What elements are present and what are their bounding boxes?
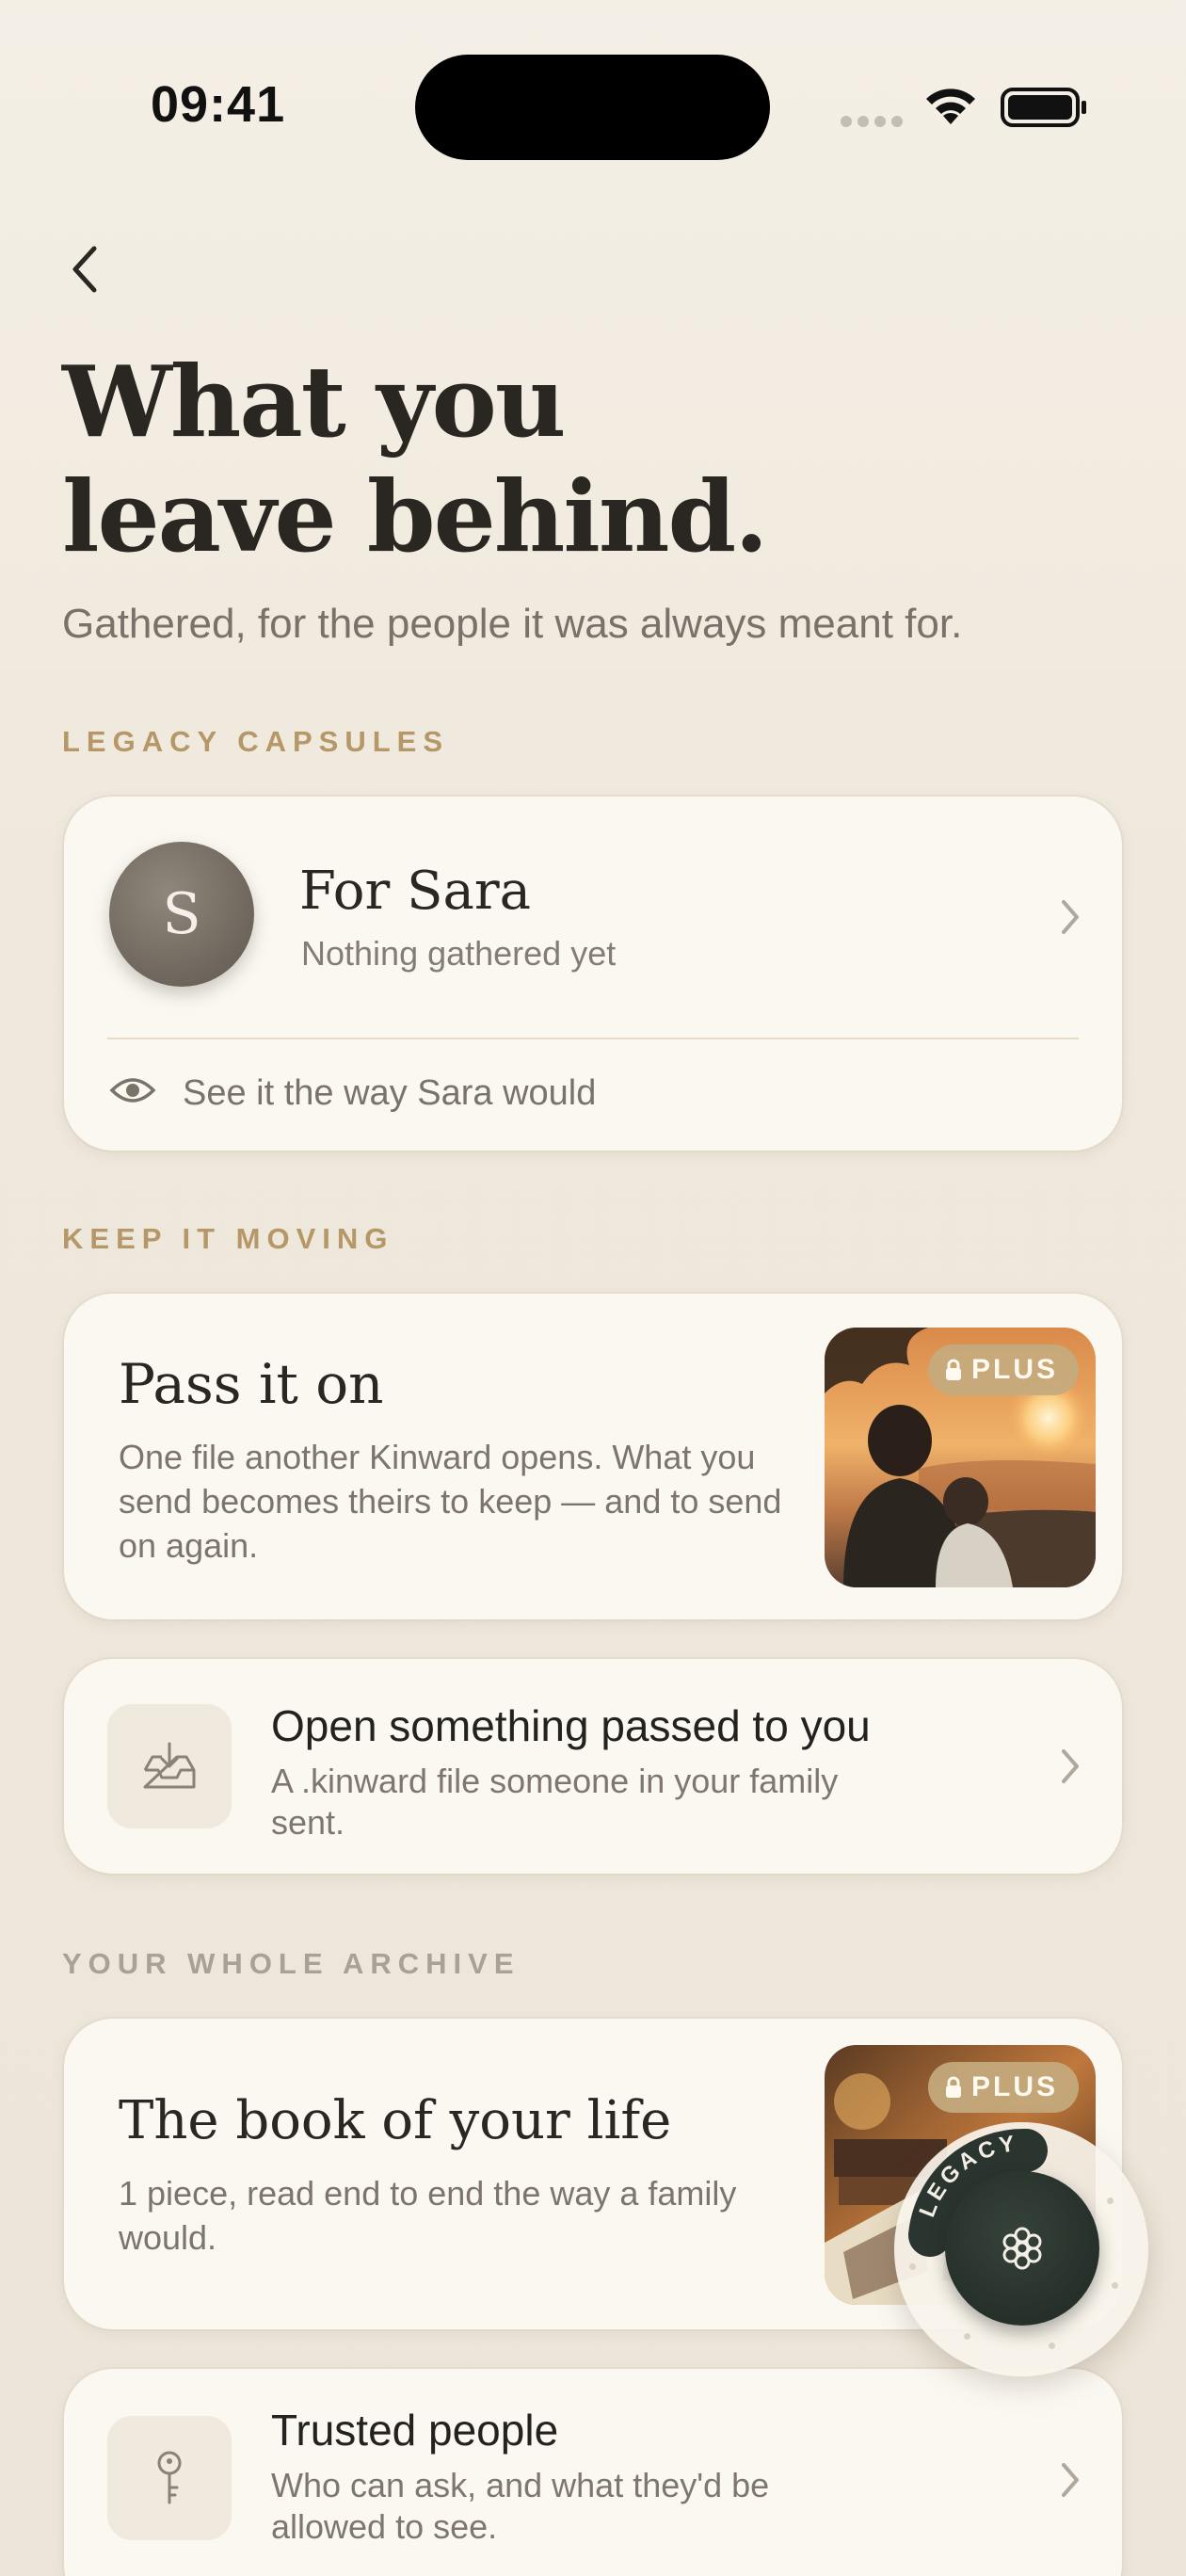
plus-badge-label: PLUS [970, 2071, 1058, 2102]
pass-it-on-card[interactable]: Pass it on One file another Kinward open… [64, 1294, 1122, 1619]
eye-icon [109, 1078, 156, 1103]
back-chevron-icon [72, 246, 97, 293]
page-title-line-1: What you [62, 344, 566, 459]
trusted-people-title: Trusted people [271, 2406, 559, 2455]
page-title: What you leave behind. [62, 345, 1098, 574]
status-bar: 09:41 [0, 0, 1186, 188]
lock-icon [945, 2076, 961, 2098]
divider [107, 1038, 1079, 1039]
wifi-icon [926, 89, 975, 124]
cellular-signal-icon [841, 116, 903, 127]
dial-center-button[interactable] [945, 2171, 1099, 2326]
pass-it-on-description: One file another Kinward opens. What you… [119, 1438, 782, 1565]
battery-icon [1001, 88, 1086, 127]
dynamic-island [415, 55, 770, 160]
inbox-icon-tile [107, 1704, 232, 1828]
capsule-status: Nothing gathered yet [301, 934, 617, 973]
chevron-right-icon [1062, 1749, 1079, 1783]
flower-icon [1002, 2227, 1042, 2270]
section-label-legacy-capsules: LEGACY CAPSULES [62, 725, 450, 758]
capsule-card-sara[interactable]: S For Sara Nothing gathered yet See it t… [64, 797, 1122, 1151]
chevron-right-icon [1062, 2463, 1079, 2497]
chevron-right-icon [1062, 900, 1079, 934]
avatar: S [109, 842, 254, 987]
inbox-download-icon [143, 1742, 196, 1789]
open-passed-description: A .kinward file someone in your family s… [271, 1762, 839, 1842]
book-title: The book of your life [119, 2090, 672, 2151]
section-label-your-whole-archive: YOUR WHOLE ARCHIVE [62, 1947, 521, 1980]
book-description: 1 piece, read end to end the way a famil… [119, 2174, 737, 2257]
capsule-name: For Sara [299, 861, 531, 922]
status-time: 09:41 [151, 76, 286, 133]
lock-icon [945, 1359, 961, 1380]
section-label-keep-it-moving: KEEP IT MOVING [62, 1222, 394, 1255]
plus-badge-label: PLUS [970, 1354, 1058, 1385]
trusted-people-card[interactable]: Trusted people Who can ask, and what the… [64, 2369, 1122, 2576]
open-passed-title: Open something passed to you [271, 1701, 871, 1750]
page-subtitle: Gathered, for the people it was always m… [62, 601, 963, 647]
back-button[interactable] [56, 235, 113, 303]
plus-badge: PLUS [927, 2062, 1079, 2113]
sunset-family-photo: PLUS [825, 1328, 1096, 1587]
page-title-line-2: leave behind. [62, 459, 768, 574]
legacy-dial[interactable]: LEGACY [894, 2122, 1148, 2376]
trusted-people-description: Who can ask, and what they'd be allowed … [271, 2466, 770, 2546]
open-passed-file-card[interactable]: Open something passed to you A .kinward … [64, 1659, 1122, 1874]
key-icon [157, 2451, 182, 2504]
plus-badge: PLUS [927, 1344, 1079, 1395]
key-icon-tile [107, 2416, 232, 2540]
pass-it-on-title: Pass it on [119, 1352, 384, 1416]
see-it-as-sara-link[interactable]: See it the way Sara would [183, 1073, 596, 1114]
